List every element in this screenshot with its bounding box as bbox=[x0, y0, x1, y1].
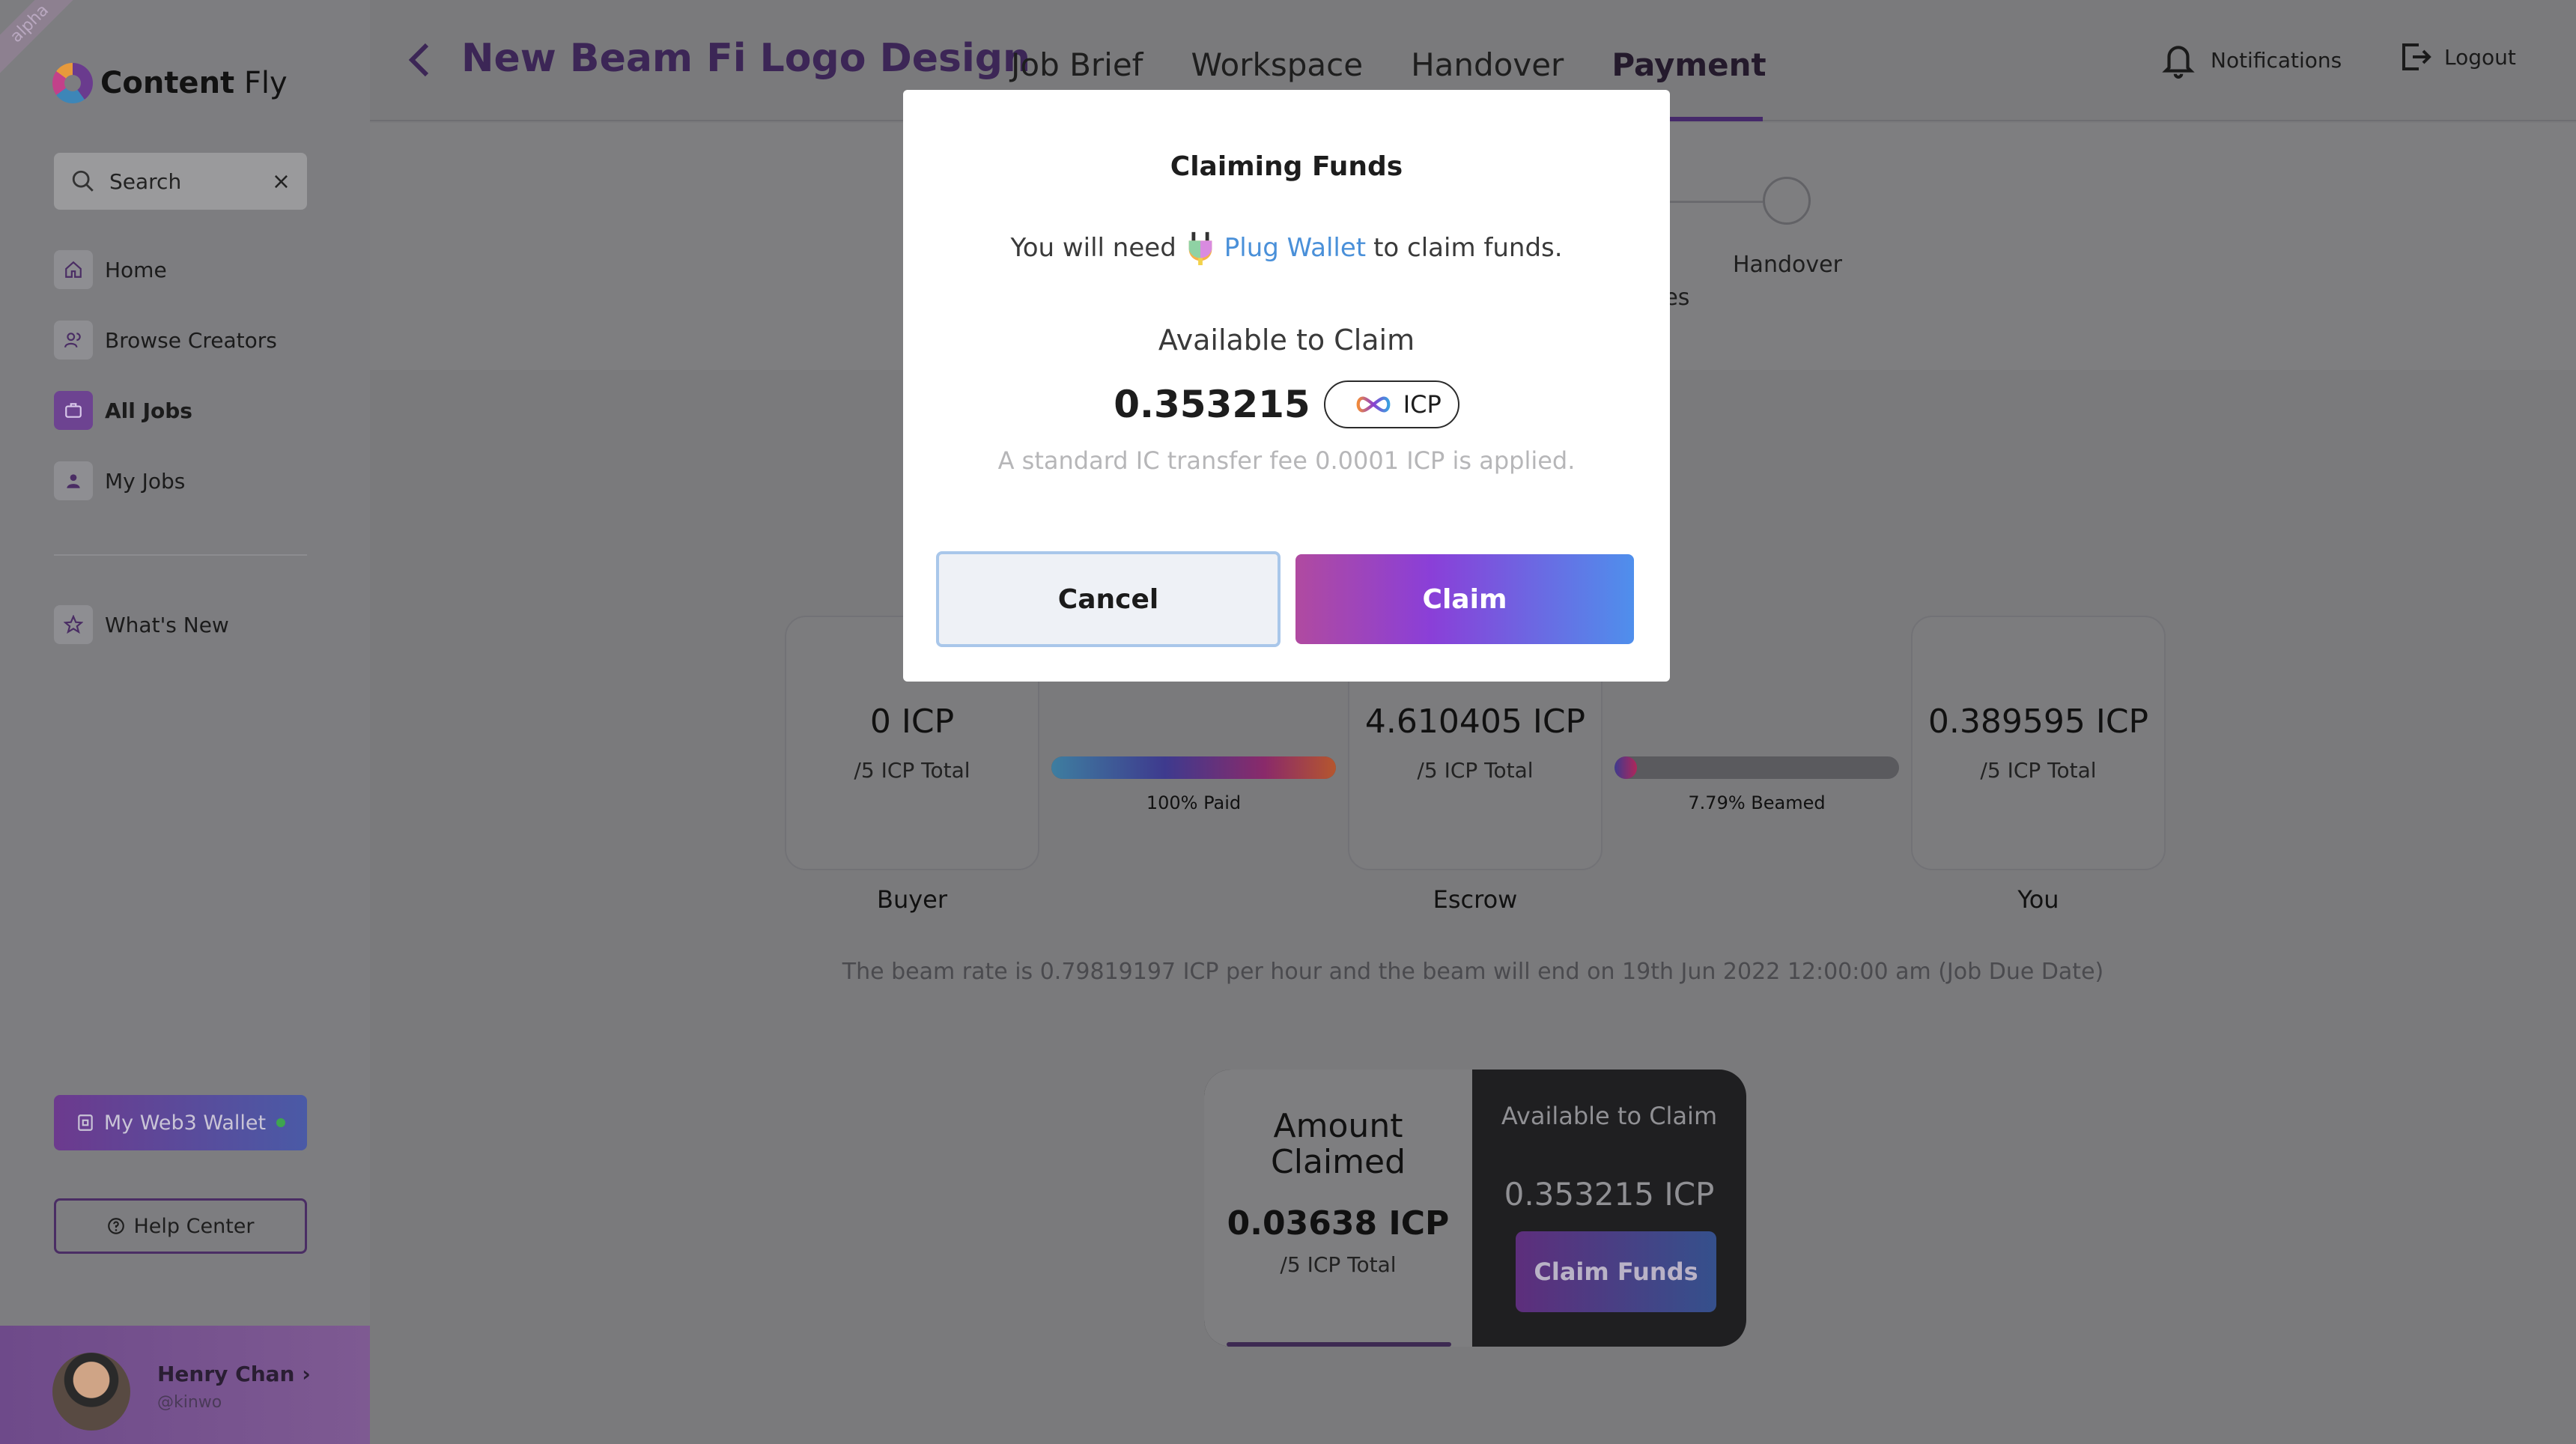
claim-panel: Amount Claimed 0.03638 ICP /5 ICP Total … bbox=[1204, 1070, 1746, 1347]
paid-progress-bar bbox=[1051, 756, 1336, 779]
you-total: /5 ICP Total bbox=[1980, 758, 2097, 783]
amount-claimed-total: /5 ICP Total bbox=[1280, 1252, 1397, 1277]
briefcase-icon bbox=[54, 391, 93, 430]
wallet-requirement-suffix: to claim funds. bbox=[1373, 233, 1563, 263]
sidebar-nav: Home Browse Creators All Jobs My Jobs bbox=[54, 250, 307, 532]
sidebar-search[interactable]: Search × bbox=[54, 153, 307, 210]
search-clear-icon[interactable]: × bbox=[272, 169, 291, 195]
escrow-amount: 4.610405 ICP bbox=[1364, 703, 1586, 741]
profile-card[interactable]: Henry Chan › @kinwo bbox=[0, 1326, 370, 1444]
app-page: alpha Content Fly Search × Home Browse C… bbox=[0, 0, 2576, 1444]
paid-progress-fill bbox=[1051, 756, 1336, 779]
wallet-button-label: My Web3 Wallet bbox=[103, 1111, 267, 1135]
help-icon bbox=[108, 1218, 125, 1234]
beam-rate-text: The beam rate is 0.79819197 ICP per hour… bbox=[842, 959, 2104, 985]
logout-label: Logout bbox=[2444, 44, 2516, 70]
amount-claimed-title: Amount Claimed bbox=[1271, 1107, 1406, 1181]
modal-title: Claiming Funds bbox=[1170, 151, 1403, 182]
claiming-funds-modal: Claiming Funds You will need Plug Wallet… bbox=[903, 90, 1670, 682]
wallet-requirement-text: You will need Plug Wallet to claim funds… bbox=[903, 229, 1670, 267]
sidebar: alpha Content Fly Search × Home Browse C… bbox=[0, 0, 370, 1444]
sidebar-item-my-jobs[interactable]: My Jobs bbox=[54, 461, 307, 500]
job-tabs: Job Brief Workspace Handover Payment bbox=[1011, 46, 1814, 83]
step-handover-label: Handover bbox=[1733, 252, 1842, 278]
avatar bbox=[52, 1353, 130, 1431]
plug-wallet-icon bbox=[1188, 231, 1212, 266]
profile-name: Henry Chan › bbox=[157, 1362, 311, 1386]
users-icon bbox=[54, 321, 93, 360]
amount-claimed-accent bbox=[1227, 1342, 1451, 1347]
claim-amount-value: 0.353215 bbox=[1114, 383, 1310, 426]
page-title: New Beam Fi Logo Design bbox=[461, 36, 1031, 81]
content-fly-logo-icon bbox=[52, 63, 93, 103]
buyer-caption: Buyer bbox=[876, 885, 947, 914]
search-icon bbox=[72, 170, 94, 192]
sidebar-item-label: My Jobs bbox=[105, 468, 186, 494]
back-arrow-icon[interactable] bbox=[404, 42, 434, 78]
buyer-amount: 0 ICP bbox=[869, 703, 955, 741]
sidebar-item-browse-creators[interactable]: Browse Creators bbox=[54, 321, 307, 360]
paid-progress-label: 100% Paid bbox=[1146, 792, 1242, 813]
transfer-fee-note: A standard IC transfer fee 0.0001 ICP is… bbox=[997, 446, 1576, 475]
help-button-label: Help Center bbox=[133, 1214, 255, 1238]
amount-claimed-section: Amount Claimed 0.03638 ICP /5 ICP Total bbox=[1204, 1070, 1472, 1347]
sidebar-item-label: Browse Creators bbox=[105, 327, 277, 353]
tab-handover[interactable]: Handover bbox=[1411, 46, 1564, 83]
tab-workspace[interactable]: Workspace bbox=[1191, 46, 1363, 83]
wallet-status-dot bbox=[276, 1118, 286, 1127]
claim-button[interactable]: Claim bbox=[1295, 554, 1634, 644]
sidebar-divider bbox=[54, 554, 307, 556]
search-input[interactable]: Search bbox=[109, 169, 272, 194]
sidebar-item-home[interactable]: Home bbox=[54, 250, 307, 289]
my-web3-wallet-button[interactable]: My Web3 Wallet bbox=[54, 1095, 307, 1150]
profile-handle: @kinwo bbox=[157, 1393, 222, 1412]
cancel-button[interactable]: Cancel bbox=[936, 551, 1281, 647]
wallet-requirement-prefix: You will need bbox=[1010, 233, 1176, 263]
beamed-progress-label: 7.79% Beamed bbox=[1688, 792, 1826, 813]
sidebar-item-whats-new[interactable]: What's New bbox=[54, 605, 229, 644]
plug-wallet-link[interactable]: Plug Wallet bbox=[1224, 233, 1366, 263]
escrow-caption: Escrow bbox=[1433, 885, 1518, 914]
wallet-icon bbox=[78, 1114, 93, 1131]
available-to-claim-title: Available to Claim bbox=[1501, 1102, 1718, 1130]
chevron-right-icon: › bbox=[302, 1362, 311, 1386]
notifications-label: Notifications bbox=[2211, 47, 2342, 73]
available-to-claim-value: 0.353215 ICP bbox=[1504, 1176, 1715, 1213]
you-card: 0.389595 ICP /5 ICP Total bbox=[1911, 616, 2166, 870]
star-icon bbox=[54, 605, 93, 644]
brand-logo-link[interactable]: Content Fly bbox=[52, 63, 288, 103]
step-handover-indicator bbox=[1763, 177, 1811, 225]
claim-funds-button[interactable]: Claim Funds bbox=[1516, 1231, 1716, 1312]
tab-payment[interactable]: Payment bbox=[1611, 46, 1766, 83]
buyer-total: /5 ICP Total bbox=[854, 758, 970, 783]
currency-label: ICP bbox=[1403, 390, 1442, 419]
logout-icon bbox=[2402, 43, 2431, 70]
brand-name: Content Fly bbox=[100, 66, 288, 100]
home-icon bbox=[54, 250, 93, 289]
currency-chip: ICP bbox=[1323, 380, 1459, 428]
tab-job-brief[interactable]: Job Brief bbox=[1011, 46, 1143, 83]
available-to-claim-label: Available to Claim bbox=[1158, 324, 1415, 357]
escrow-total: /5 ICP Total bbox=[1417, 758, 1534, 783]
beamed-progress-fill bbox=[1614, 756, 1637, 779]
sidebar-item-label: All Jobs bbox=[105, 398, 192, 423]
you-amount: 0.389595 ICP bbox=[1928, 703, 2149, 741]
beamed-progress-bar bbox=[1614, 756, 1899, 779]
you-caption: You bbox=[2017, 885, 2059, 914]
amount-claimed-value: 0.03638 ICP bbox=[1227, 1204, 1450, 1243]
sidebar-item-label: What's New bbox=[105, 612, 229, 637]
user-icon bbox=[54, 461, 93, 500]
bell-icon bbox=[2162, 46, 2195, 79]
logout-button[interactable]: Logout bbox=[2398, 39, 2516, 75]
notifications-button[interactable]: Notifications bbox=[2160, 39, 2342, 81]
claim-amount-row: 0.353215 ICP bbox=[903, 380, 1670, 428]
icp-infinity-icon bbox=[1356, 396, 1391, 413]
step-connector bbox=[1658, 201, 1763, 203]
sidebar-item-all-jobs[interactable]: All Jobs bbox=[54, 391, 307, 430]
sidebar-item-label: Home bbox=[105, 257, 167, 282]
help-center-button[interactable]: Help Center bbox=[54, 1198, 307, 1254]
